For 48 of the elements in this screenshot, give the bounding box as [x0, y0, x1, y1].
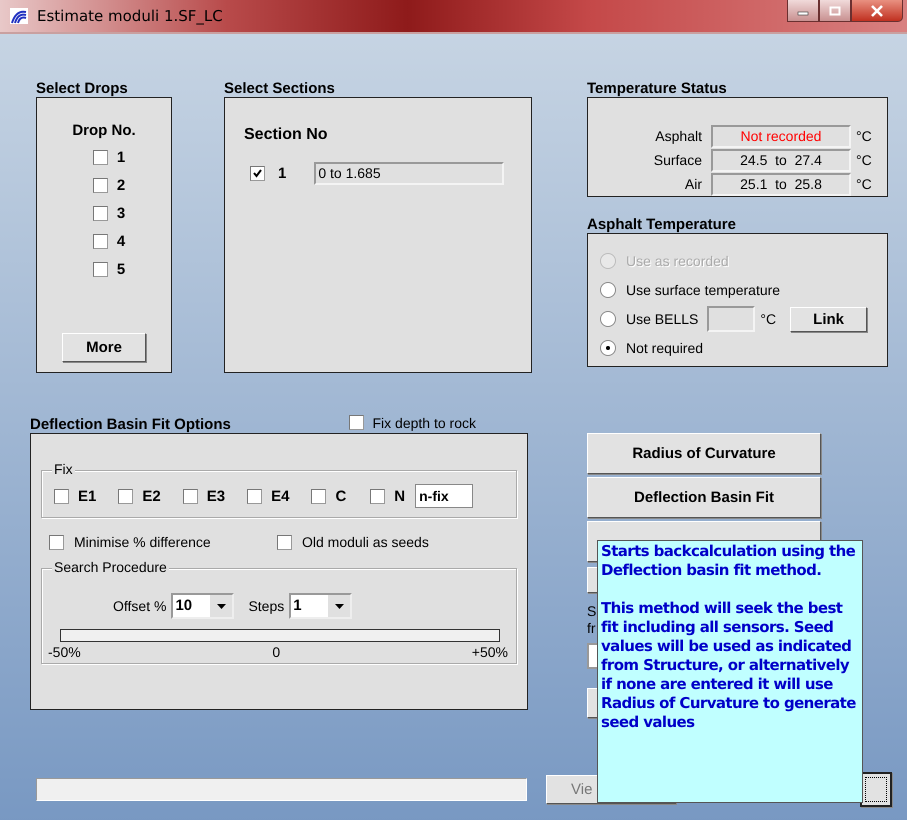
group-title: Select Sections	[224, 80, 336, 97]
checkbox-label: 4	[116, 233, 126, 250]
offset-label: Offset %	[113, 598, 166, 614]
checkbox-label: E2	[142, 488, 161, 504]
temperature-value: Not recorded	[711, 124, 851, 148]
checkbox-label: 1	[116, 149, 126, 166]
temperature-label: Air	[684, 176, 702, 192]
group-title: Temperature Status	[587, 80, 728, 97]
checkbox-label: E3	[206, 488, 226, 504]
checkbox-label: C	[335, 488, 346, 504]
checkbox-label: 1	[278, 165, 286, 182]
group-title: Deflection Basin Fit Options	[30, 416, 231, 433]
unit-label: °C	[856, 128, 872, 144]
checkbox-label: 3	[116, 205, 126, 222]
steps-label: Steps	[248, 598, 284, 614]
temperature-label: Asphalt	[654, 128, 702, 144]
checkbox-label: E1	[78, 488, 96, 504]
unit-label: °C	[856, 152, 872, 168]
radio-label: Use surface temperature	[626, 282, 780, 298]
radio-label: Use BELLS	[626, 311, 698, 327]
section-heading: Section No	[244, 126, 329, 144]
range-field: 0 to 1.685	[314, 162, 504, 185]
radio-label: Not required	[626, 340, 704, 356]
temperature-value: 24.5 to 27.4	[711, 148, 851, 172]
checkbox-label: Minimise % difference	[74, 534, 211, 550]
tooltip-text: Starts backcalculation using the Deflection basin fit method.	[601, 542, 856, 580]
checkbox-label: E4	[271, 488, 290, 504]
group-legend: Fix	[52, 461, 75, 477]
label-text: fr	[587, 620, 596, 637]
temperature-label: Surface	[652, 152, 702, 168]
group-title: Asphalt Temperature	[587, 216, 737, 233]
checkbox-label: 5	[116, 261, 126, 278]
unit-label: °C	[760, 311, 776, 327]
window-title: Estimate moduli 1.SF_LC	[37, 7, 223, 25]
drop-heading: Drop No.	[72, 122, 136, 139]
tooltip-text: This method will seek the best fit including all sensors. Seed values will be used as indicated from Structure, or alternatively if none are entered it will use Radius of Curvature to generate seed values	[601, 599, 857, 732]
scale-label: 0	[272, 644, 280, 660]
checkbox-label: Old moduli as seeds	[302, 534, 429, 550]
checkbox-label: 2	[116, 177, 126, 194]
group-legend: Search Procedure	[52, 559, 169, 575]
scale-label: -50%	[48, 644, 81, 660]
checkbox-label: N	[394, 488, 406, 504]
temperature-value: 25.1 to 25.8	[711, 172, 851, 196]
scale-label: +50%	[472, 644, 508, 660]
unit-label: °C	[856, 176, 872, 192]
label-text: S	[587, 603, 596, 620]
checkbox-label: Fix depth to rock	[372, 414, 476, 430]
group-title: Select Drops	[36, 80, 129, 97]
